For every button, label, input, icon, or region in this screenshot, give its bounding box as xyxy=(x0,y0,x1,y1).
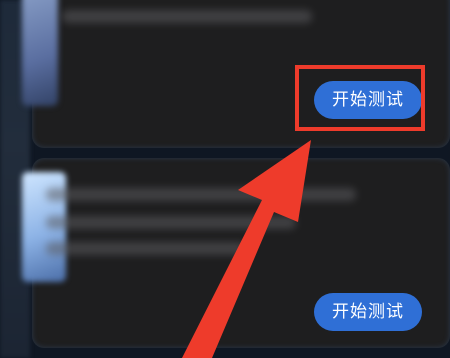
arrow-icon xyxy=(182,140,311,358)
